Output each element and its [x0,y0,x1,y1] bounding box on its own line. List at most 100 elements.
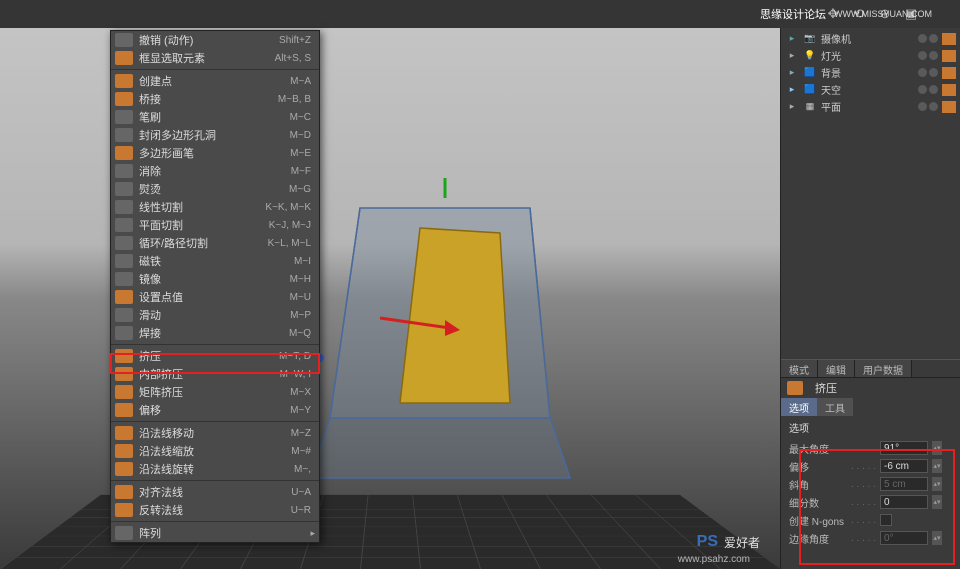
menu-item[interactable]: 沿法线旋转M~, [111,460,319,478]
attr-input[interactable] [880,441,928,455]
object-visibility[interactable] [918,85,938,94]
menu-item[interactable]: 撤销 (动作)Shift+Z [111,31,319,49]
object-row[interactable]: ▸ 💡 灯光 [785,47,956,64]
menu-item-shortcut: M~A [290,76,311,87]
attr-input[interactable] [880,459,928,473]
object-icon: ▸ [785,32,799,46]
menu-item[interactable]: 磁铁M~I [111,252,319,270]
menu-item-label: 沿法线缩放 [139,443,291,459]
menu-item-label: 创建点 [139,73,290,89]
menu-item-shortcut: M~, [294,464,311,475]
object-tag[interactable] [942,50,956,62]
menu-item-label: 线性切割 [139,199,265,215]
menu-item-shortcut: M~B, B [278,94,311,105]
menu-item-icon [115,385,133,399]
menu-item[interactable]: 滑动M~P [111,306,319,324]
subtab-tool[interactable]: 工具 [817,398,853,416]
menu-item[interactable]: 沿法线缩放M~# [111,442,319,460]
object-visibility[interactable] [918,102,938,111]
attr-input[interactable] [880,531,928,545]
watermark-bottom: PS 爱好者 [697,533,760,551]
context-menu[interactable]: 撤销 (动作)Shift+Z框显选取元素Alt+S, S创建点M~A桥接M~B,… [110,30,320,543]
menu-item[interactable]: 反转法线U~R [111,501,319,519]
object-tag[interactable] [942,33,956,45]
menu-item[interactable]: 沿法线移动M~Z [111,424,319,442]
object-tag[interactable] [942,101,956,113]
attr-subtabs[interactable]: 选项 工具 [781,398,960,416]
subtab-options[interactable]: 选项 [781,398,817,416]
attr-spinner[interactable]: ▴▾ [932,477,942,491]
object-manager[interactable]: ▸ 📷 摄像机 ▸ 💡 灯光 ▸ 🟦 背景 ▸ 🟦 天空 ▸ ▦ 平面 [781,28,960,117]
menu-item-label: 反转法线 [139,502,291,518]
attr-mode-tabs[interactable]: 模式 编辑 用户数据 [781,360,960,378]
menu-item[interactable]: 熨烫M~G [111,180,319,198]
object-type-icon: 🟦 [803,83,817,97]
menu-item[interactable]: 矩阵挤压M~X [111,383,319,401]
attr-spinner[interactable]: ▴▾ [932,459,942,473]
menu-item-icon [115,146,133,160]
menu-item-shortcut: M~Y [290,405,311,416]
attr-input[interactable] [880,495,928,509]
menu-item-icon [115,182,133,196]
object-row[interactable]: ▸ 🟦 背景 [785,64,956,81]
menu-item[interactable]: 对齐法线U~A [111,483,319,501]
menu-item-icon [115,110,133,124]
menu-item[interactable]: 焊接M~Q [111,324,319,342]
tab-mode[interactable]: 模式 [781,360,818,377]
menu-item-shortcut: M~# [291,446,311,457]
menu-item-label: 熨烫 [139,181,289,197]
menu-item[interactable]: 桥接M~B, B [111,90,319,108]
object-row[interactable]: ▸ 📷 摄像机 [785,30,956,47]
menu-item[interactable]: 框显选取元素Alt+S, S [111,49,319,67]
menu-item-shortcut: M~W, I [280,369,311,380]
menu-item[interactable]: 创建点M~A [111,72,319,90]
object-tag[interactable] [942,67,956,79]
object-visibility[interactable] [918,51,938,60]
attr-label: 最大角度 [789,441,847,456]
tab-userdata[interactable]: 用户数据 [855,360,912,377]
menu-item-icon [115,462,133,476]
menu-item[interactable]: 消除M~F [111,162,319,180]
attr-spinner[interactable]: ▴▾ [932,495,942,509]
menu-item[interactable]: 设置点值M~U [111,288,319,306]
menu-item-shortcut: M~D [290,130,311,141]
menu-item[interactable]: 线性切割K~K, M~K [111,198,319,216]
menu-item-icon [115,74,133,88]
attr-spinner[interactable]: ▴▾ [932,441,942,455]
menu-item-icon [115,403,133,417]
attr-label: 偏移 [789,459,847,474]
menu-item-shortcut: M~G [289,184,311,195]
menu-item[interactable]: 挤压M~T, D [111,347,319,365]
menu-item[interactable]: 偏移M~Y [111,401,319,419]
menu-item-shortcut: K~L, M~L [268,238,311,249]
menu-item[interactable]: 多边形画笔M~E [111,144,319,162]
menu-item-icon [115,272,133,286]
object-row[interactable]: ▸ ▦ 平面 [785,98,956,115]
menu-item-icon [115,326,133,340]
menu-item-shortcut: M~P [290,310,311,321]
attr-input[interactable] [880,477,928,491]
object-row[interactable]: ▸ 🟦 天空 [785,81,956,98]
menu-item-shortcut: M~C [290,112,311,123]
menu-item-label: 沿法线移动 [139,425,291,441]
menu-item[interactable]: 笔刷M~C [111,108,319,126]
attr-checkbox[interactable] [880,514,892,526]
object-visibility[interactable] [918,68,938,77]
menu-item-shortcut: M~T, D [279,351,311,362]
object-name: 天空 [821,82,914,97]
menu-item[interactable]: 阵列 [111,524,319,542]
menu-item-icon [115,92,133,106]
menu-item-icon [115,526,133,540]
tool-title: 挤压 [781,378,960,398]
menu-item[interactable]: 循环/路径切割K~L, M~L [111,234,319,252]
tab-edit[interactable]: 编辑 [818,360,855,377]
menu-item[interactable]: 内部挤压M~W, I [111,365,319,383]
object-visibility[interactable] [918,34,938,43]
object-tag[interactable] [942,84,956,96]
attr-label: 细分数 [789,495,847,510]
menu-item[interactable]: 镜像M~H [111,270,319,288]
menu-item[interactable]: 平面切割K~J, M~J [111,216,319,234]
attr-spinner[interactable]: ▴▾ [932,531,942,545]
menu-item-label: 磁铁 [139,253,294,269]
menu-item[interactable]: 封闭多边形孔洞M~D [111,126,319,144]
